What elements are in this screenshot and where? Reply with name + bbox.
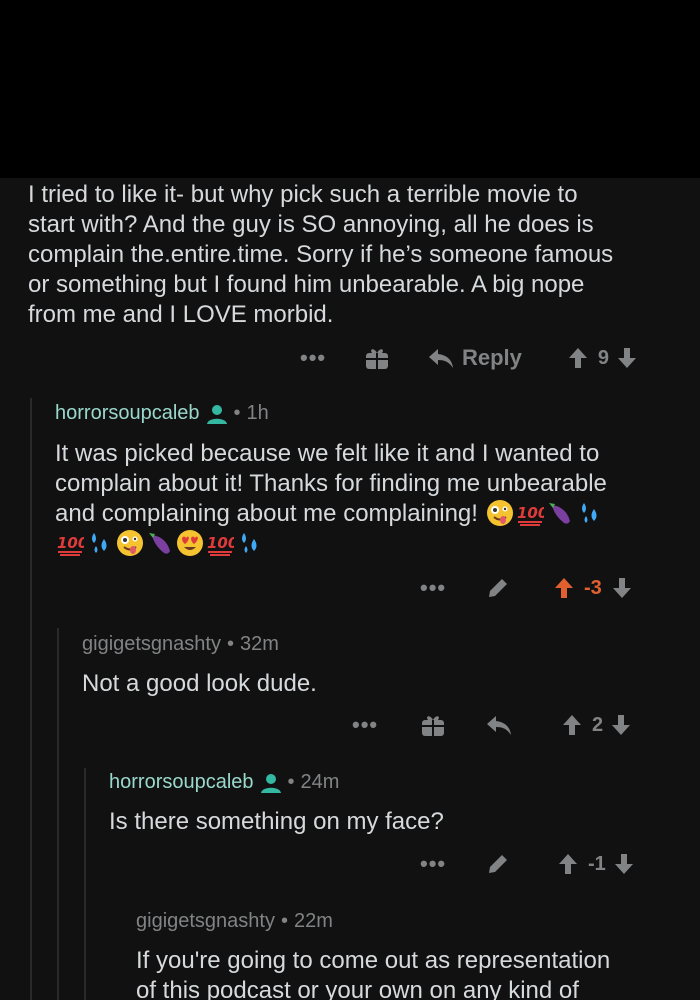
upvote-icon[interactable] — [562, 714, 582, 736]
more-options-button[interactable]: ••• — [300, 345, 340, 371]
award-gift-icon[interactable] — [420, 712, 446, 738]
comment-line: I tried to like it- but why pick such a … — [28, 181, 578, 208]
reply-comment-4: If you're going to come out as represent… — [136, 946, 696, 1000]
more-options-button[interactable]: ••• — [420, 851, 460, 877]
award-gift-icon[interactable] — [364, 345, 390, 371]
meta-separator: • — [287, 771, 295, 793]
upvote-icon[interactable] — [568, 347, 588, 369]
hundred-icon: 100 — [56, 529, 88, 557]
thread-line — [57, 628, 59, 1000]
svg-text:100: 100 — [57, 534, 84, 552]
comment-line: start with? And the guy is SO annoying, … — [28, 211, 594, 238]
comment-line: of this podcast or your own on any kind … — [136, 977, 579, 1000]
vote-score: 9 — [597, 346, 610, 369]
comment-text: Not a good look dude. — [82, 670, 317, 697]
svg-text:100: 100 — [517, 504, 544, 522]
comment-thread: I tried to like it- but why pick such a … — [0, 178, 700, 1000]
reply1-action-bar: ••• -3 — [420, 568, 670, 608]
reply-comment-2: Not a good look dude. — [82, 669, 682, 699]
comment-timestamp: 22m — [294, 910, 333, 932]
author-username[interactable]: horrorsoupcaleb — [109, 771, 254, 794]
comment-meta: gigigetsgnashty • 22m — [136, 910, 333, 933]
emoji-group: 100 100 — [55, 530, 265, 557]
reply-comment-3: Is there something on my face? — [109, 807, 679, 837]
comment-meta: horrorsoupcaleb • 1h — [55, 402, 269, 425]
eggplant-icon — [546, 499, 574, 527]
meta-separator: • — [280, 910, 288, 932]
thread-line — [30, 398, 32, 1000]
sweat-drops-icon — [86, 529, 114, 557]
reply2-action-bar: ••• 2 — [352, 705, 672, 745]
heart-eyes-icon — [176, 529, 204, 557]
eggplant-icon — [146, 529, 174, 557]
comment-text: Is there something on my face? — [109, 808, 444, 835]
author-username[interactable]: gigigetsgnashty — [136, 910, 275, 933]
reply3-action-bar: ••• -1 — [420, 844, 670, 884]
parent-comment: I tried to like it- but why pick such a … — [28, 180, 678, 330]
upvote-icon[interactable] — [558, 853, 578, 875]
comment-line: 100 100 — [55, 529, 680, 561]
comment-meta: horrorsoupcaleb • 24m — [109, 771, 339, 794]
author-username[interactable]: horrorsoupcaleb — [55, 402, 200, 425]
svg-text:100: 100 — [207, 534, 234, 552]
comment-line: from me and I LOVE morbid. — [28, 301, 334, 328]
comment-line: If you're going to come out as represent… — [136, 947, 611, 974]
vote-score: 2 — [592, 713, 604, 736]
comment-line: complain the.entire.time. Sorry if he’s … — [28, 241, 614, 268]
author-username[interactable]: gigigetsgnashty — [82, 633, 221, 656]
reply-icon[interactable] — [428, 347, 454, 369]
user-profile-icon — [206, 403, 228, 425]
comment-timestamp: 32m — [240, 633, 279, 655]
comment-line: It was picked because we felt like it an… — [55, 440, 600, 467]
edit-pencil-icon[interactable] — [486, 576, 510, 600]
reply-icon[interactable] — [486, 714, 512, 736]
meta-separator: • — [233, 402, 241, 424]
comment-timestamp: 24m — [300, 771, 340, 793]
zany-face-icon — [486, 499, 514, 527]
user-profile-icon — [260, 772, 282, 794]
sweat-drops-icon — [236, 529, 264, 557]
downvote-icon[interactable] — [611, 714, 631, 736]
top-black-bar — [0, 0, 700, 178]
emoji-group: 100 — [485, 500, 605, 527]
hundred-icon: 100 — [516, 499, 548, 527]
downvote-icon[interactable] — [617, 347, 637, 369]
comment-line: or something but I found him unbearable.… — [28, 271, 585, 298]
downvote-icon[interactable] — [612, 577, 632, 599]
edit-pencil-icon[interactable] — [486, 852, 510, 876]
reply-comment-1: It was picked because we felt like it an… — [55, 439, 680, 561]
meta-separator: • — [226, 633, 234, 655]
parent-action-bar: ••• Reply 9 — [300, 338, 670, 378]
comment-text: and complaining about me complaining! — [55, 500, 478, 527]
thread-line — [84, 768, 86, 1000]
comment-timestamp: 1h — [246, 402, 269, 424]
vote-score: -1 — [588, 852, 606, 875]
hundred-icon: 100 — [206, 529, 238, 557]
comment-line: complain about it! Thanks for finding me… — [55, 470, 607, 497]
reply-button[interactable]: Reply — [462, 345, 522, 371]
comment-line: and complaining about me complaining! 10… — [55, 499, 680, 529]
comment-meta: gigigetsgnashty • 32m — [82, 633, 279, 656]
more-options-button[interactable]: ••• — [352, 712, 392, 738]
downvote-icon[interactable] — [614, 853, 634, 875]
more-options-button[interactable]: ••• — [420, 575, 460, 601]
upvote-icon[interactable] — [554, 577, 574, 599]
sweat-drops-icon — [576, 499, 604, 527]
vote-score: -3 — [584, 576, 602, 599]
zany-face-icon — [116, 529, 144, 557]
